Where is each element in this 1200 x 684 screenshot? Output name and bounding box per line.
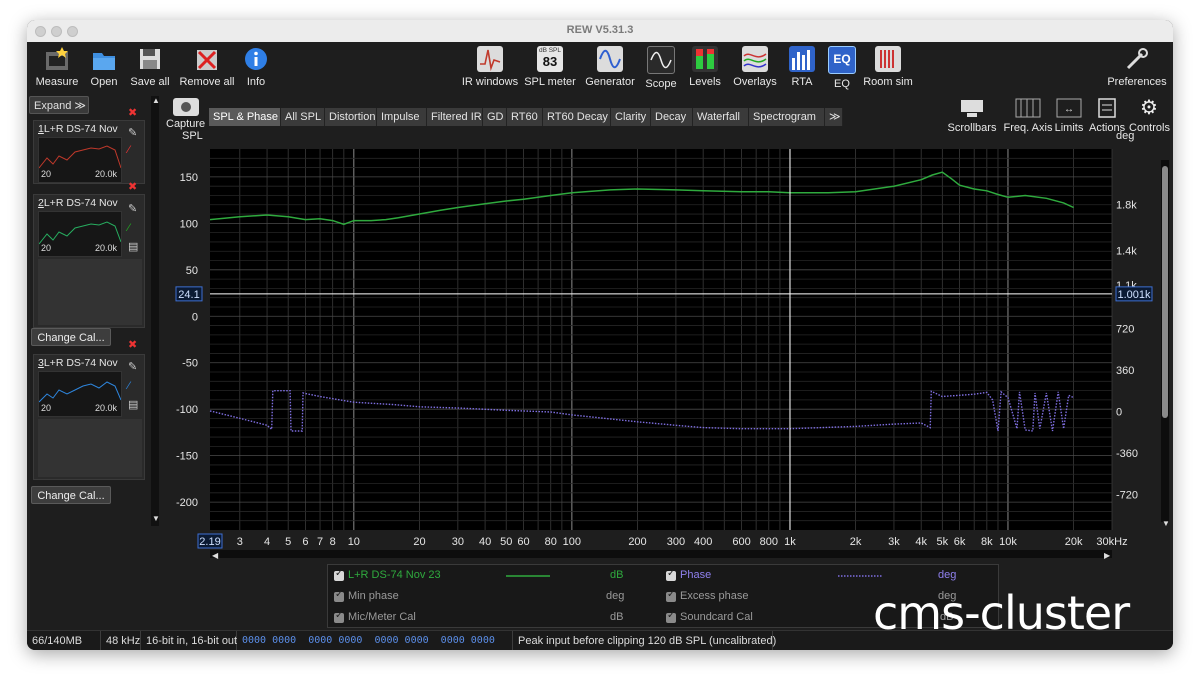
x-tick-label: 50	[500, 536, 512, 548]
bit-depth: 16-bit in, 16-bit out	[141, 631, 237, 650]
legend-swatch	[506, 575, 550, 577]
x-tick-label: 2k	[850, 536, 862, 548]
x-tick-label: 300	[667, 536, 685, 548]
cursor-value-left: 24.1	[178, 289, 199, 301]
x-tick-label: 20k	[1065, 536, 1083, 548]
y-tick-label: -150	[176, 451, 198, 463]
trace-checkbox[interactable]	[666, 589, 676, 602]
x-tick-label: 6k	[954, 536, 966, 548]
y-tick-label: -50	[182, 358, 198, 370]
x-tick-label: 200	[628, 536, 646, 548]
y-tick-label: 100	[180, 218, 198, 230]
y-tick-label: 50	[186, 265, 198, 277]
plot-area[interactable]	[210, 149, 1112, 530]
x-tick-label: 800	[760, 536, 778, 548]
horizontal-scrollbar[interactable]	[210, 550, 1112, 558]
legend-label: Min phase	[348, 590, 399, 602]
trace-checkbox[interactable]	[334, 610, 344, 623]
trace-checkbox[interactable]	[334, 568, 344, 581]
trace-checkbox[interactable]	[334, 589, 344, 602]
x-tick-label: 80	[545, 536, 557, 548]
y-tick-label: 0	[192, 311, 198, 323]
legend-label: Phase	[680, 569, 712, 581]
input-meters: 0000 0000 0000 0000 0000 0000 0000 0000	[237, 631, 513, 650]
y2-tick-label: -720	[1116, 489, 1138, 501]
x-tick-label: 30kHz	[1096, 536, 1127, 548]
legend-unit: dB	[610, 569, 624, 581]
x-tick-label: 10	[348, 536, 360, 548]
legend-label: Mic/Meter Cal	[348, 611, 416, 623]
y-tick-label: -200	[176, 497, 198, 509]
scroll-down-arrow[interactable]: ▼	[1162, 519, 1170, 528]
legend-unit: deg	[938, 569, 957, 581]
watermark-text: cms-cluster	[873, 586, 1130, 640]
legend-unit: dB	[610, 611, 624, 623]
legend-label: Soundcard Cal	[680, 611, 753, 623]
trace-checkbox[interactable]	[666, 610, 676, 623]
x-tick-label: 4	[264, 536, 270, 548]
legend-label: L+R DS-74 Nov 23	[348, 569, 441, 581]
x-tick-label: 100	[563, 536, 581, 548]
x-tick-label: 7	[317, 536, 323, 548]
left-axis-title: SPL	[182, 130, 203, 142]
sample-rate: 48 kHz	[101, 631, 141, 650]
right-axis-title: deg	[1116, 130, 1134, 142]
x-tick-label: 5k	[937, 536, 949, 548]
x-tick-label: 4k	[915, 536, 927, 548]
y2-tick-label: -360	[1116, 448, 1138, 460]
y2-tick-label: 720	[1116, 324, 1134, 336]
y-tick-label: 150	[180, 172, 198, 184]
y2-tick-label: 360	[1116, 365, 1134, 377]
scroll-right-arrow[interactable]: ▶	[1104, 551, 1111, 560]
x-tick-label: 1k	[784, 536, 796, 548]
legend-label: Excess phase	[680, 590, 749, 602]
trace-checkbox[interactable]	[666, 568, 676, 581]
app-window: REW V5.31.3 Measure Open Save all Remove…	[27, 20, 1173, 650]
scroll-left-arrow[interactable]: ◀	[212, 551, 219, 560]
x-tick-label: 40	[479, 536, 491, 548]
spl-phase-graph[interactable]: 150100500-50-100-150-2001.8k1.4k1.1k7203…	[27, 20, 1173, 570]
x-tick-label: 3	[237, 536, 243, 548]
legend-swatch	[838, 575, 882, 577]
x-tick-label: 5	[285, 536, 291, 548]
legend-unit: deg	[606, 590, 625, 602]
x-tick-label: 8	[330, 536, 336, 548]
x-tick-label: 3k	[888, 536, 900, 548]
y2-tick-label: 1.8k	[1116, 199, 1137, 211]
y2-tick-label: 0	[1116, 406, 1122, 418]
x-tick-label: 400	[694, 536, 712, 548]
x-tick-label: 20	[413, 536, 425, 548]
status-message: Peak input before clipping 120 dB SPL (u…	[513, 631, 776, 650]
x-tick-label: 6	[302, 536, 308, 548]
y2-tick-label: 1.4k	[1116, 245, 1137, 257]
y-tick-label: -100	[176, 404, 198, 416]
x-tick-label: 8k	[981, 536, 993, 548]
x-tick-label: 600	[732, 536, 750, 548]
vertical-scroll-thumb[interactable]	[1162, 166, 1168, 418]
x-tick-label: 10k	[999, 536, 1017, 548]
x-tick-label: 30	[452, 536, 464, 548]
memory-usage: 66/140MB	[27, 631, 101, 650]
cursor-value-right: 1.001k	[1117, 289, 1151, 301]
freq-start-label: 2.19	[199, 536, 220, 548]
x-tick-label: 60	[517, 536, 529, 548]
